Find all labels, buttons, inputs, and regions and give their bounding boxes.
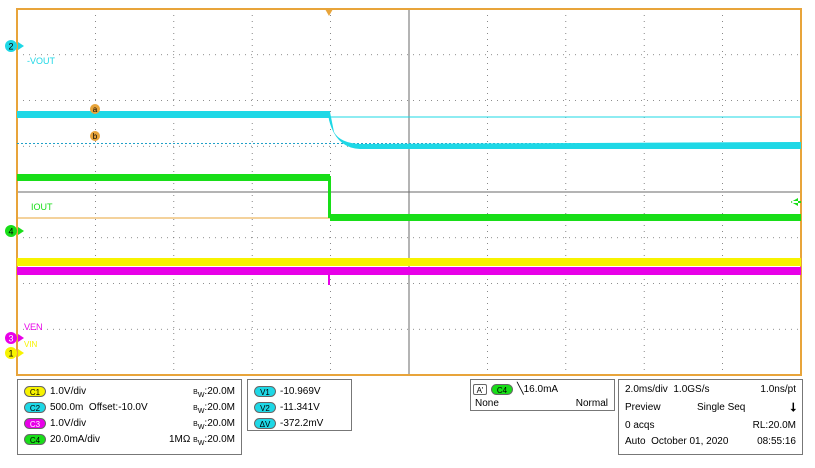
v1-badge[interactable]: V1 (254, 385, 276, 397)
svg-text:4: 4 (8, 227, 13, 237)
trigger-mode: Auto (625, 436, 646, 447)
trigger-row-2: None Normal (475, 396, 608, 411)
ch2-ground-marker[interactable]: 2 (5, 40, 24, 52)
delta-badge[interactable]: ΔV (254, 417, 276, 429)
svg-text:a: a (93, 105, 98, 114)
acq-row-3: 0 acqs RL:20.0M (625, 418, 796, 433)
trigger-level-value: 16.0mA (523, 384, 559, 395)
c4-badge[interactable]: C4 (24, 433, 46, 445)
svg-text:1: 1 (8, 349, 13, 359)
cursor-row-delta[interactable]: ΔV -372.2mV (254, 416, 345, 431)
c4-impedance: 1MΩ (168, 434, 191, 445)
channel-row-4[interactable]: C4 20.0mA/div 1MΩ BW:20.0M (24, 432, 235, 447)
svg-text:2: 2 (8, 42, 13, 52)
v1-value: -10.969V (280, 386, 321, 397)
trigger-type: Normal (575, 398, 608, 409)
c3-badge[interactable]: C3 (24, 417, 46, 429)
trigger-row-1: A' C4 ╲16.0mA (473, 382, 608, 397)
trigger-source-badge[interactable]: C4 (491, 383, 513, 395)
svg-text:b: b (93, 132, 98, 141)
channel-row-3[interactable]: C3 1.0V/div BW:20.0M (24, 416, 235, 431)
resolution: 1.0ns/pt (760, 384, 796, 395)
single-seq-icon: ⭣ (790, 400, 796, 414)
delta-value: -372.2mV (280, 418, 324, 429)
c2-scale: 500.0m (50, 402, 84, 413)
ch1-waveform (17, 258, 801, 266)
ch4-ground-marker[interactable]: 4 (5, 225, 24, 237)
c3-scale: 1.0V/div (50, 418, 87, 429)
ch3-ground-marker[interactable]: 3 (5, 332, 24, 344)
v2-badge[interactable]: V2 (254, 401, 276, 413)
c1-scale: 1.0V/div (50, 386, 87, 397)
record-length: RL:20.0M (752, 420, 796, 431)
c4-bandwidth: 1MΩ BW:20.0M (168, 434, 235, 447)
c1-badge[interactable]: C1 (24, 385, 46, 397)
c2-badge[interactable]: C2 (24, 401, 46, 413)
cursor-b-marker[interactable]: b (90, 131, 100, 141)
trigger-slope-icon: ╲ (517, 383, 524, 395)
trigger-coupling: None (475, 398, 499, 409)
cursor-row-v1[interactable]: V1 -10.969V (254, 384, 345, 399)
channel-row-1[interactable]: C1 1.0V/div BW:20.0M (24, 384, 235, 399)
acq-row-2: Preview Single Seq ⭣ (625, 400, 796, 415)
cursor-readout-panel: V1 -10.969V V2 -11.341V ΔV -372.2mV (247, 379, 352, 431)
trigger-level-arrow[interactable] (791, 198, 801, 206)
acq-mode: Single Seq (697, 402, 746, 413)
trigger-position-marker[interactable] (325, 9, 333, 16)
acq-count: 0 acqs (625, 420, 655, 431)
acq-row-4: Auto October 01, 2020 08:55:16 (625, 434, 796, 449)
svg-text:3: 3 (8, 334, 13, 344)
time: 08:55:16 (757, 436, 796, 447)
vout-label: -VOUT (27, 56, 56, 66)
ch1-ground-marker[interactable]: 1 (5, 347, 24, 359)
trigger-mode-badge[interactable]: A' (473, 383, 487, 395)
v2-value: -11.341V (280, 402, 320, 413)
graticule-grid (17, 9, 801, 375)
cursor-row-v2[interactable]: V2 -11.341V (254, 400, 345, 415)
c1-label: VIN (24, 340, 38, 349)
sample-rate: 1.0GS/s (673, 384, 710, 395)
channel-settings-panel: C1 1.0V/div BW:20.0M C2 500.0m Offset:-10.… (17, 379, 242, 455)
date: October 01, 2020 (651, 436, 729, 447)
c2-offset: Offset:-10.0V (88, 402, 148, 413)
timebase: 2.0ms/div (625, 384, 668, 395)
acquisition-panel[interactable]: 2.0ms/div 1.0GS/s 1.0ns/pt Preview Singl… (618, 379, 803, 455)
trigger-panel[interactable]: A' C4 ╲16.0mA None Normal (470, 379, 615, 411)
ven-label: VEN (24, 322, 43, 332)
acq-status: Preview (625, 402, 661, 413)
channel-row-2[interactable]: C2 500.0m Offset:-10.0V BW:20.0M (24, 400, 235, 415)
acq-row-1: 2.0ms/div 1.0GS/s 1.0ns/pt (625, 382, 796, 397)
waveform-display[interactable]: 2 4 3 1 a b -VOUT IOUT VEN VIN (0, 0, 815, 378)
iout-label: IOUT (31, 202, 53, 212)
c4-scale: 20.0mA/div (50, 434, 101, 445)
cursor-a-marker[interactable]: a (90, 104, 100, 114)
